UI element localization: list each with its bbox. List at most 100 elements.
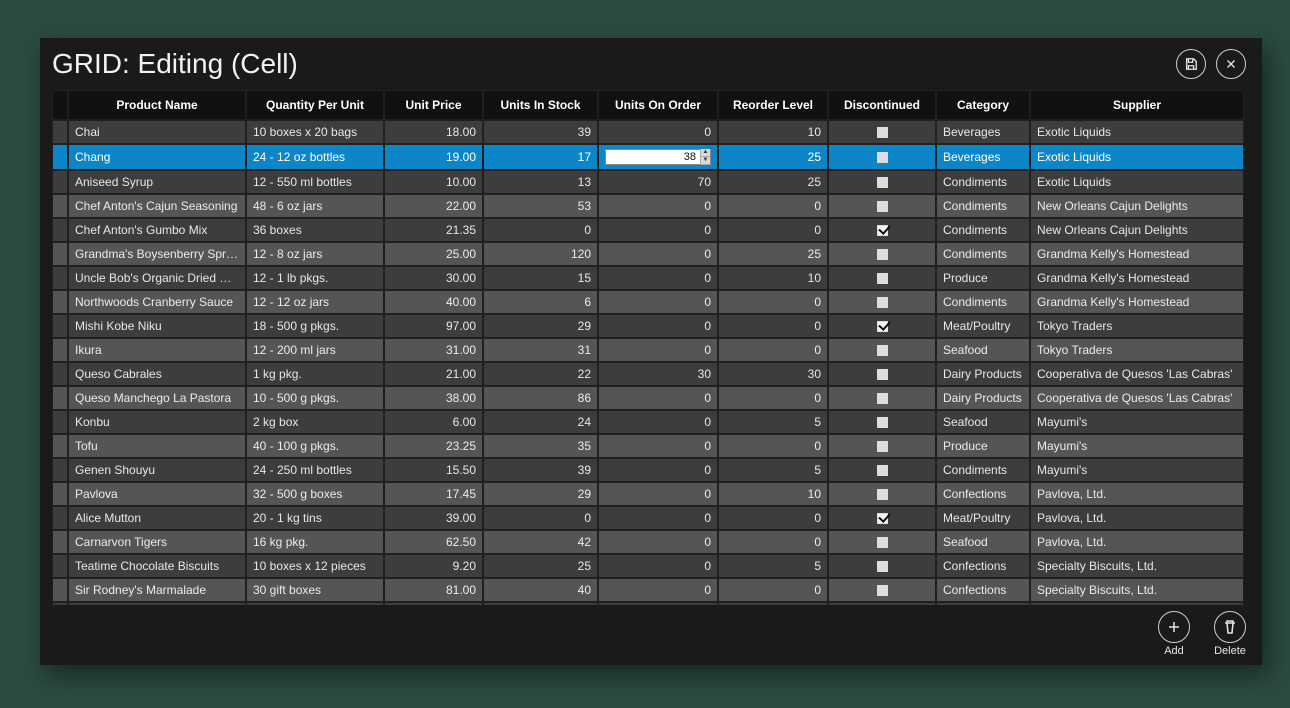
cell-reorder[interactable]: 10 — [718, 482, 828, 506]
row-selector[interactable] — [52, 218, 68, 242]
cell-price[interactable]: 25.00 — [384, 242, 483, 266]
cell-price[interactable]: 21.35 — [384, 218, 483, 242]
cell-qpu[interactable]: 12 - 8 oz jars — [246, 242, 384, 266]
discontinued-checkbox[interactable] — [877, 152, 888, 163]
table-row[interactable]: Carnarvon Tigers16 kg pkg.62.504200Seafo… — [52, 530, 1244, 554]
discontinued-checkbox[interactable] — [877, 417, 888, 428]
cell-stock[interactable]: 6 — [483, 290, 598, 314]
cell-name[interactable]: Teatime Chocolate Biscuits — [68, 554, 246, 578]
cell-stock[interactable]: 120 — [483, 242, 598, 266]
grid-scroll-area[interactable]: Product Name Quantity Per Unit Unit Pric… — [52, 90, 1250, 605]
cell-price[interactable]: 18.00 — [384, 120, 483, 144]
row-selector[interactable] — [52, 194, 68, 218]
cell-disc[interactable] — [828, 434, 936, 458]
cell-cat[interactable]: Meat/Poultry — [936, 506, 1030, 530]
cell-name[interactable]: Chef Anton's Gumbo Mix — [68, 218, 246, 242]
cell-price[interactable]: 40.00 — [384, 290, 483, 314]
discontinued-checkbox[interactable] — [877, 249, 888, 260]
col-category[interactable]: Category — [936, 90, 1030, 120]
cell-disc[interactable] — [828, 218, 936, 242]
cell-name[interactable]: Grandma's Boysenberry Spread — [68, 242, 246, 266]
table-row[interactable]: Chang24 - 12 oz bottles19.0017▲▼25Bevera… — [52, 144, 1244, 170]
row-selector[interactable] — [52, 120, 68, 144]
cell-qpu[interactable]: 20 - 1 kg tins — [246, 506, 384, 530]
cell-stock[interactable]: 40 — [483, 578, 598, 602]
cell-order[interactable]: 0 — [598, 482, 718, 506]
cell-stock[interactable]: 29 — [483, 314, 598, 338]
cell-editor-input[interactable] — [605, 149, 711, 165]
discontinued-checkbox[interactable] — [877, 513, 888, 524]
col-reorder-level[interactable]: Reorder Level — [718, 90, 828, 120]
cell-price[interactable]: 97.00 — [384, 314, 483, 338]
cell-cat[interactable]: Beverages — [936, 120, 1030, 144]
row-selector[interactable] — [52, 458, 68, 482]
cell-supp[interactable]: Specialty Biscuits, Ltd. — [1030, 554, 1244, 578]
cell-qpu[interactable]: 2 kg box — [246, 410, 384, 434]
cell-name[interactable]: Chef Anton's Cajun Seasoning — [68, 194, 246, 218]
cell-cat[interactable]: Seafood — [936, 530, 1030, 554]
cell-stock[interactable]: 13 — [483, 170, 598, 194]
discontinued-checkbox[interactable] — [877, 585, 888, 596]
cell-qpu[interactable]: 10 boxes x 12 pieces — [246, 554, 384, 578]
row-selector[interactable] — [52, 144, 68, 170]
cell-price[interactable]: 6.00 — [384, 410, 483, 434]
cell-name[interactable]: Uncle Bob's Organic Dried Pears — [68, 266, 246, 290]
spinner-icon[interactable]: ▲▼ — [700, 149, 710, 165]
cell-reorder[interactable]: 0 — [718, 434, 828, 458]
cell-reorder[interactable]: 25 — [718, 170, 828, 194]
discontinued-checkbox[interactable] — [877, 441, 888, 452]
cell-name[interactable]: Northwoods Cranberry Sauce — [68, 290, 246, 314]
cell-name[interactable]: Queso Manchego La Pastora — [68, 386, 246, 410]
cell-price[interactable]: 15.50 — [384, 458, 483, 482]
cell-supp[interactable]: Cooperativa de Quesos 'Las Cabras' — [1030, 386, 1244, 410]
cell-order[interactable]: 30 — [598, 362, 718, 386]
table-row[interactable]: Uncle Bob's Organic Dried Pears12 - 1 lb… — [52, 266, 1244, 290]
cell-disc[interactable] — [828, 554, 936, 578]
cell-supp[interactable]: Mayumi's — [1030, 434, 1244, 458]
save-button[interactable] — [1176, 49, 1206, 79]
cell-cat[interactable]: Meat/Poultry — [936, 314, 1030, 338]
table-row[interactable]: Genen Shouyu24 - 250 ml bottles15.503905… — [52, 458, 1244, 482]
cell-reorder[interactable]: 0 — [718, 314, 828, 338]
cell-qpu[interactable]: 12 - 12 oz jars — [246, 290, 384, 314]
table-row[interactable]: Chef Anton's Cajun Seasoning48 - 6 oz ja… — [52, 194, 1244, 218]
cell-cat[interactable]: Seafood — [936, 338, 1030, 362]
cell-qpu[interactable]: 1 kg pkg. — [246, 362, 384, 386]
cell-cat[interactable]: Dairy Products — [936, 362, 1030, 386]
col-discontinued[interactable]: Discontinued — [828, 90, 936, 120]
cell-supp[interactable]: Mayumi's — [1030, 410, 1244, 434]
discontinued-checkbox[interactable] — [877, 321, 888, 332]
row-selector[interactable] — [52, 362, 68, 386]
cell-price[interactable]: 38.00 — [384, 386, 483, 410]
cell-supp[interactable]: Pavlova, Ltd. — [1030, 530, 1244, 554]
cell-qpu[interactable]: 24 - 12 oz bottles — [246, 144, 384, 170]
cell-name[interactable]: Tofu — [68, 434, 246, 458]
cell-stock[interactable]: 31 — [483, 338, 598, 362]
cell-qpu[interactable]: 36 boxes — [246, 218, 384, 242]
cell-disc[interactable] — [828, 144, 936, 170]
cell-name[interactable]: Ikura — [68, 338, 246, 362]
cell-supp[interactable]: New Orleans Cajun Delights — [1030, 218, 1244, 242]
col-units-stock[interactable]: Units In Stock — [483, 90, 598, 120]
cell-supp[interactable]: Mayumi's — [1030, 458, 1244, 482]
cell-qpu[interactable]: 40 - 100 g pkgs. — [246, 434, 384, 458]
cell-reorder[interactable]: 10 — [718, 266, 828, 290]
cell-order[interactable]: ▲▼ — [598, 144, 718, 170]
table-row[interactable]: Sir Rodney's Marmalade30 gift boxes81.00… — [52, 578, 1244, 602]
cell-cat[interactable]: Condiments — [936, 218, 1030, 242]
cell-qpu[interactable]: 12 - 1 lb pkgs. — [246, 266, 384, 290]
cell-disc[interactable] — [828, 314, 936, 338]
cell-name[interactable]: Konbu — [68, 410, 246, 434]
cell-disc[interactable] — [828, 194, 936, 218]
add-button[interactable]: Add — [1158, 611, 1190, 657]
cell-supp[interactable]: Tokyo Traders — [1030, 314, 1244, 338]
row-selector[interactable] — [52, 506, 68, 530]
cell-name[interactable]: Aniseed Syrup — [68, 170, 246, 194]
discontinued-checkbox[interactable] — [877, 225, 888, 236]
cell-price[interactable]: 31.00 — [384, 338, 483, 362]
cell-order[interactable]: 0 — [598, 314, 718, 338]
cell-reorder[interactable]: 0 — [718, 506, 828, 530]
table-row[interactable]: Konbu2 kg box6.002405SeafoodMayumi's — [52, 410, 1244, 434]
row-selector[interactable] — [52, 482, 68, 506]
cell-order[interactable]: 0 — [598, 290, 718, 314]
